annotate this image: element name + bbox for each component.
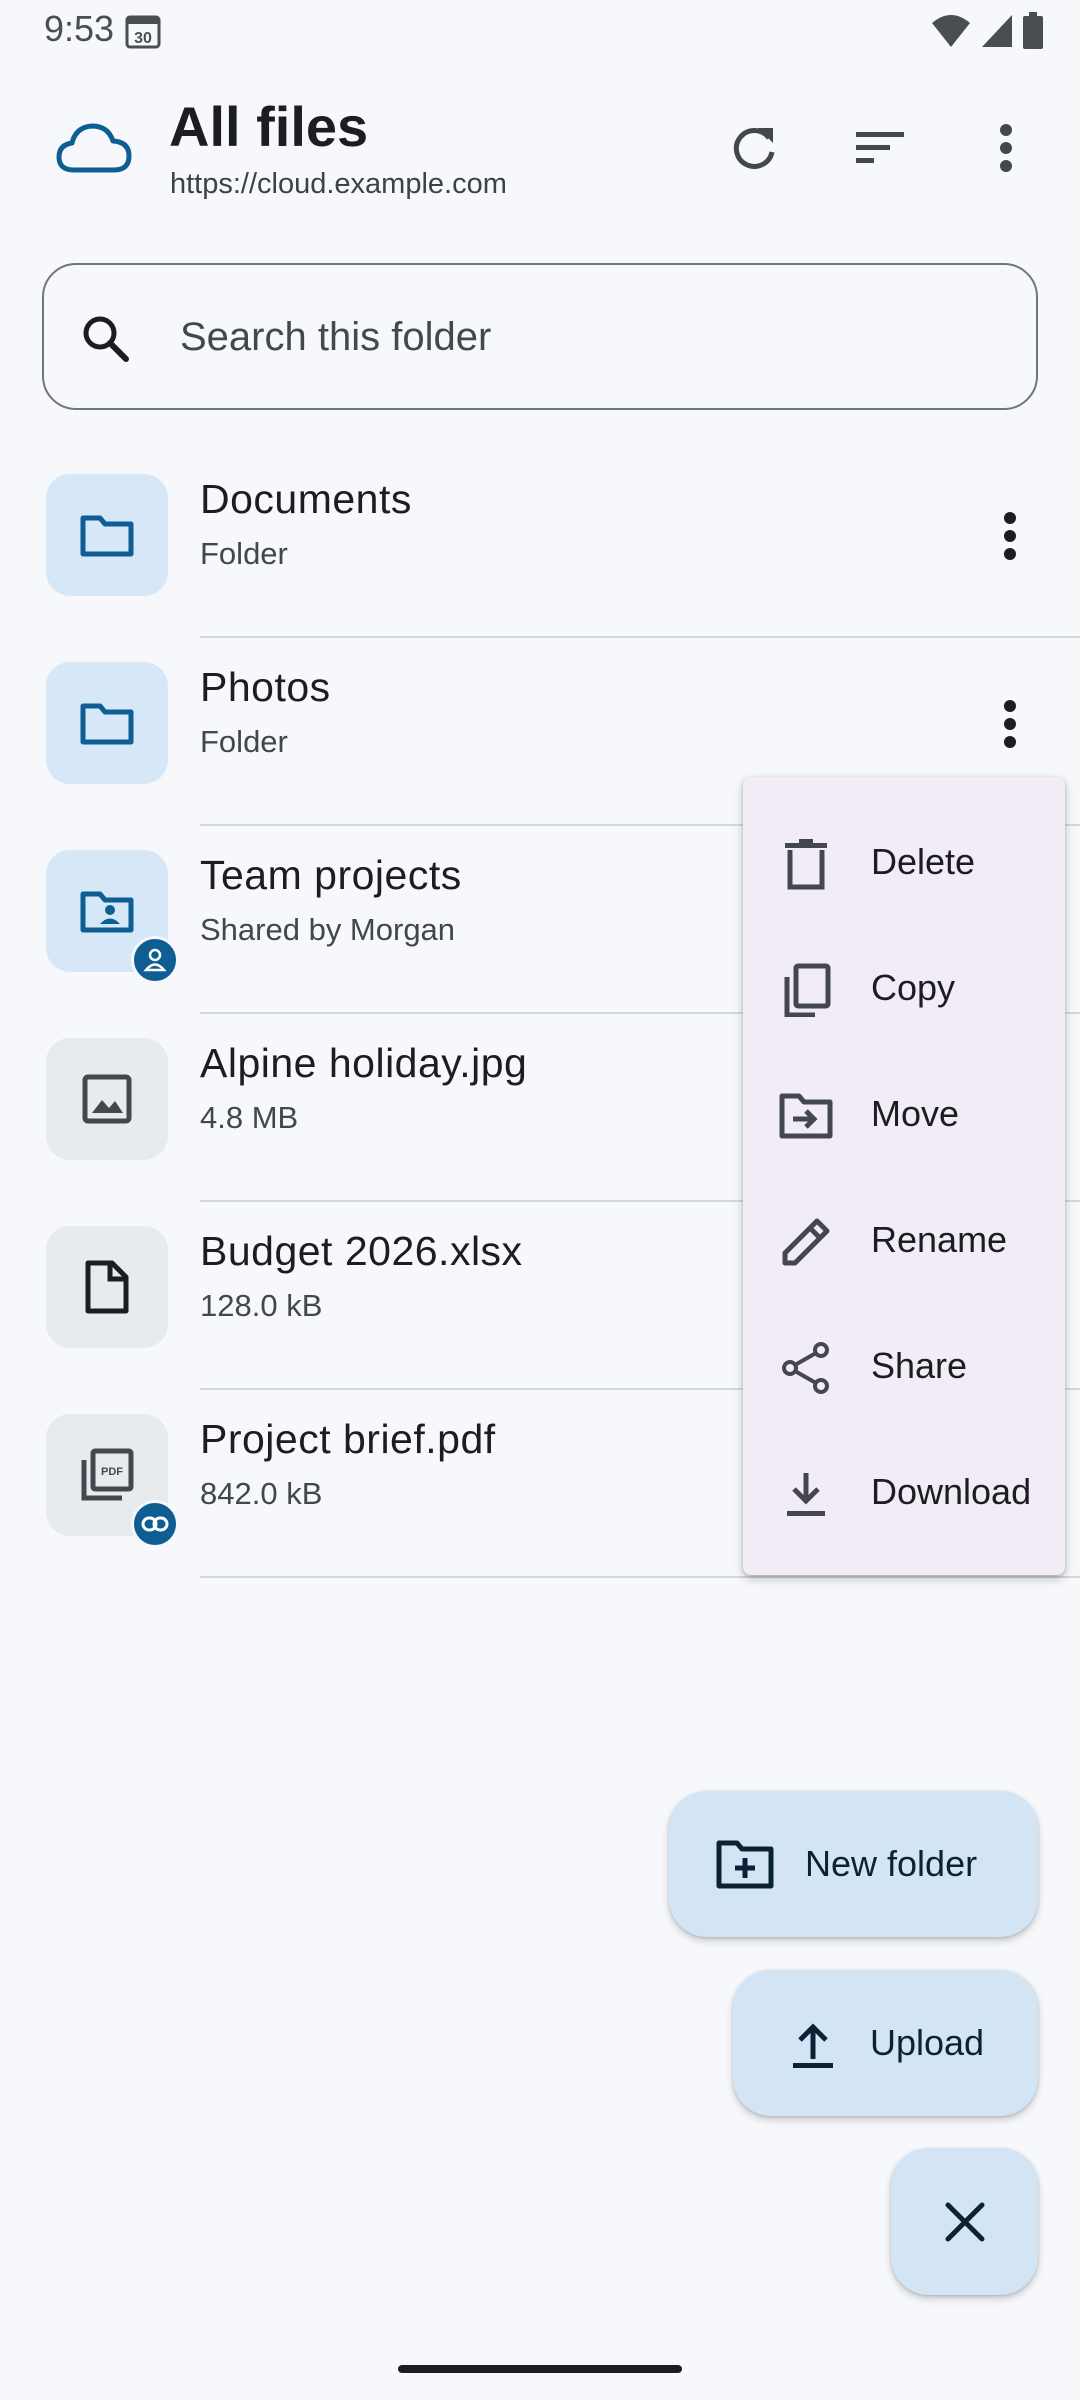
cloud-logo-icon (56, 123, 132, 173)
file-name: Team projects (200, 852, 462, 898)
new-folder-label: New folder (805, 1843, 978, 1884)
new-folder-fab[interactable]: New folder (669, 1791, 1038, 1937)
menu-item-share[interactable]: Share (743, 1303, 1065, 1429)
sort-icon (856, 132, 904, 163)
file-meta: 4.8 MB (200, 1100, 299, 1135)
svg-text:PDF: PDF (101, 1466, 123, 1478)
upload-label: Upload (870, 2022, 985, 2063)
file-name: Alpine holiday.jpg (200, 1040, 528, 1086)
document-icon (85, 1260, 129, 1314)
document-thumbnail (46, 1226, 168, 1348)
menu-item-download[interactable]: Download (743, 1429, 1065, 1555)
close-icon (945, 2202, 984, 2241)
shared-person-badge (131, 936, 179, 984)
overflow-menu-button[interactable] (970, 112, 1042, 184)
page-title: All files (169, 95, 369, 158)
menu-item-move[interactable]: Move (743, 1051, 1065, 1177)
folder-icon (80, 703, 134, 745)
file-meta: 128.0 kB (200, 1288, 323, 1323)
image-thumbnail (46, 1038, 168, 1160)
menu-item-label: Share (871, 1345, 968, 1386)
more-vert-icon (1004, 512, 1016, 560)
refresh-button[interactable] (718, 112, 790, 184)
close-fab[interactable] (891, 2148, 1038, 2295)
upload-fab[interactable]: Upload (733, 1970, 1038, 2116)
move-icon (779, 1093, 833, 1139)
item-options-button[interactable] (975, 496, 1045, 576)
shared-folder-icon (80, 891, 134, 933)
delete-icon (785, 839, 827, 890)
calendar-icon: 30 (125, 15, 161, 49)
cellular-signal-icon (982, 15, 1012, 47)
app-bar: All files https://cloud.example.com (0, 80, 1080, 230)
status-bar: 9:53 30 (0, 0, 1080, 62)
menu-item-label: Delete (871, 841, 976, 882)
image-icon (82, 1074, 132, 1124)
share-icon (782, 1342, 829, 1394)
rename-icon (782, 1218, 830, 1266)
folder-icon (80, 515, 134, 557)
file-meta: 842.0 kB (200, 1476, 323, 1511)
divider (200, 1576, 1080, 1578)
menu-item-rename[interactable]: Rename (743, 1177, 1065, 1303)
file-name: Documents (200, 476, 412, 522)
search-bar[interactable] (42, 263, 1038, 410)
refresh-icon (733, 127, 775, 169)
gesture-home-indicator[interactable] (398, 2365, 682, 2373)
menu-item-delete[interactable]: Delete (743, 799, 1065, 925)
sort-button[interactable] (844, 112, 916, 184)
svg-text:30: 30 (134, 30, 152, 47)
search-input[interactable] (180, 305, 980, 369)
upload-icon (793, 2023, 833, 2068)
battery-icon (1023, 12, 1043, 49)
search-icon (83, 316, 129, 362)
file-meta: Shared by Morgan (200, 912, 456, 947)
item-options-button[interactable] (975, 684, 1045, 764)
menu-item-label: Download (871, 1471, 1032, 1512)
copy-icon (784, 963, 831, 1017)
wifi-icon (932, 15, 970, 47)
more-vert-icon (1000, 124, 1012, 172)
menu-item-label: Rename (871, 1219, 1008, 1260)
status-icons (930, 12, 1044, 50)
folder-thumbnail (46, 474, 168, 596)
file-name: Budget 2026.xlsx (200, 1228, 523, 1274)
file-row-documents[interactable]: Documents Folder (0, 450, 1080, 638)
shared-link-badge (131, 1500, 179, 1548)
file-name: Photos (200, 664, 331, 710)
create-folder-icon (716, 1840, 774, 1889)
file-meta: Folder (200, 536, 288, 571)
file-name: Project brief.pdf (200, 1416, 496, 1462)
menu-item-label: Copy (871, 967, 956, 1008)
download-icon (787, 1473, 825, 1516)
menu-item-copy[interactable]: Copy (743, 925, 1065, 1051)
link-icon (141, 1516, 169, 1532)
person-icon (143, 948, 167, 972)
folder-thumbnail (46, 662, 168, 784)
context-menu: Delete Copy Move Rename Share Download (743, 777, 1065, 1575)
menu-item-label: Move (871, 1093, 960, 1134)
pdf-icon: PDF (81, 1448, 134, 1501)
file-meta: Folder (200, 724, 288, 759)
server-url: https://cloud.example.com (170, 168, 507, 200)
status-time: 9:53 (44, 8, 115, 49)
more-vert-icon (1004, 700, 1016, 748)
